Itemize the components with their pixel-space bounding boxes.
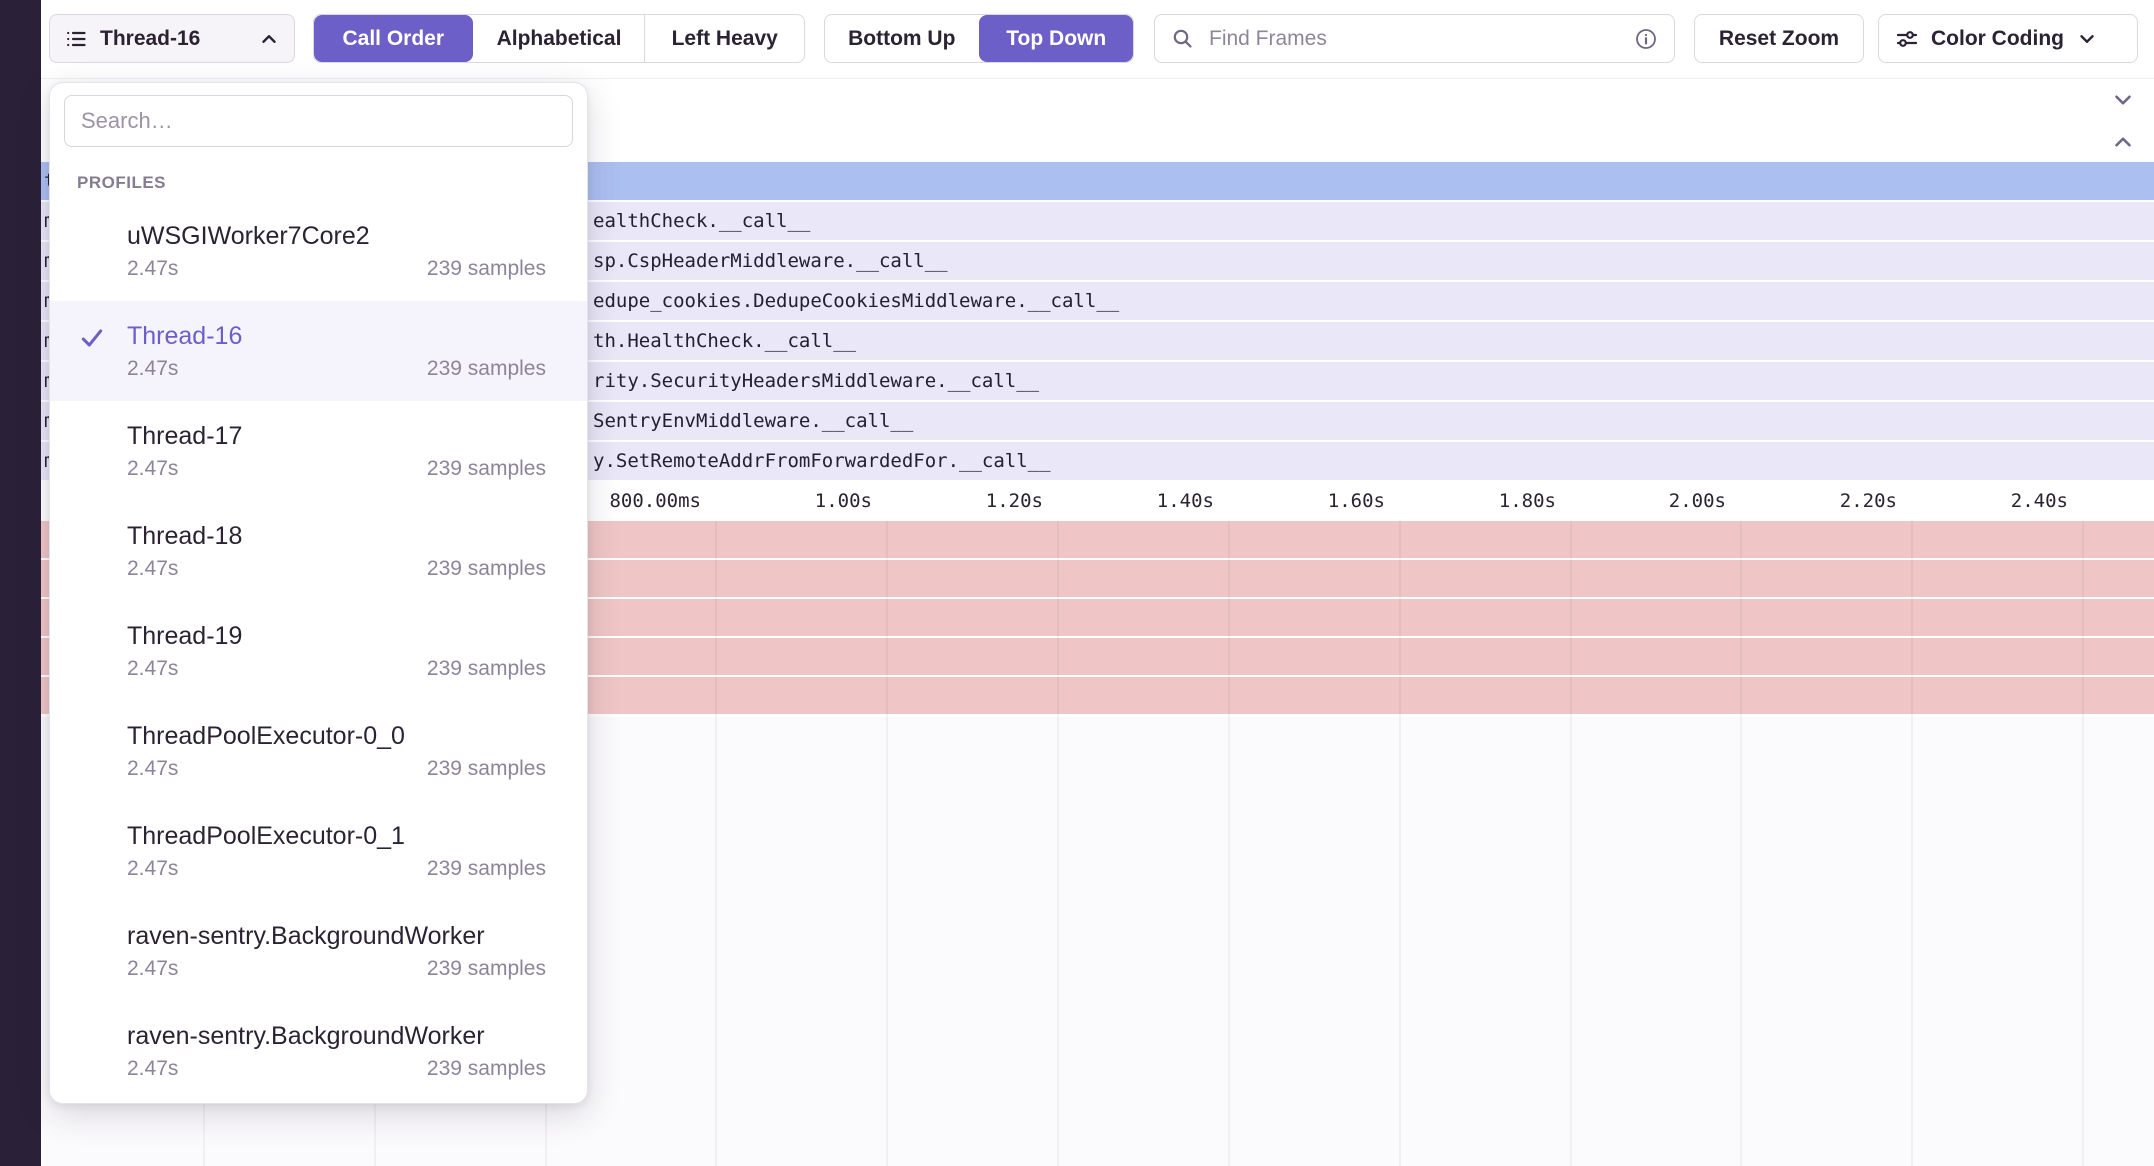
profile-name: raven-sentry.BackgroundWorker — [127, 920, 546, 952]
profile-meta: 2.47s 239 samples — [127, 556, 546, 582]
profile-name: ThreadPoolExecutor-0_0 — [127, 720, 546, 752]
profile-name: Thread-19 — [127, 620, 546, 652]
toolbar: Thread-16 Call OrderAlphabeticalLeft Hea… — [41, 0, 2154, 79]
profile-duration: 2.47s — [127, 356, 178, 382]
profile-list-item[interactable]: Thread-17 2.47s 239 samples — [50, 401, 587, 501]
chevron-up-icon — [258, 28, 280, 50]
axis-tick-label: 1.20s — [867, 490, 1043, 512]
segment-bottom-up[interactable]: Bottom Up — [825, 15, 979, 62]
segment-top-down[interactable]: Top Down — [979, 15, 1134, 62]
chevron-down-icon[interactable] — [2110, 87, 2136, 113]
profile-name: ThreadPoolExecutor-0_1 — [127, 820, 546, 852]
reset-zoom-button[interactable]: Reset Zoom — [1694, 14, 1864, 63]
profile-meta: 2.47s 239 samples — [127, 956, 546, 982]
profile-duration: 2.47s — [127, 656, 178, 682]
profile-meta: 2.47s 239 samples — [127, 756, 546, 782]
left-nav-rail — [0, 0, 41, 1166]
profile-samples: 239 samples — [427, 856, 546, 882]
segment-left-heavy[interactable]: Left Heavy — [644, 15, 804, 62]
profile-list-item[interactable]: Thread-18 2.47s 239 samples — [50, 501, 587, 601]
profile-duration: 2.47s — [127, 256, 178, 282]
profile-list-item[interactable]: ThreadPoolExecutor-0_0 2.47s 239 samples — [50, 701, 587, 801]
profile-duration: 2.47s — [127, 556, 178, 582]
axis-tick-label: 2.20s — [1721, 490, 1897, 512]
profile-samples: 239 samples — [427, 456, 546, 482]
thread-dropdown: PROFILES uWSGIWorker7Core2 2.47s 239 sam… — [49, 82, 588, 1104]
profile-name: uWSGIWorker7Core2 — [127, 220, 546, 252]
chevron-up-icon[interactable] — [2110, 129, 2136, 155]
direction-segmented-control: Bottom UpTop Down — [824, 14, 1134, 63]
axis-tick-label: 1.00s — [696, 490, 872, 512]
profile-list-item[interactable]: Thread-16 2.47s 239 samples — [50, 301, 587, 401]
find-frames-container — [1154, 14, 1675, 63]
frame-label: th.HealthCheck.__call__ — [593, 330, 856, 352]
axis-tick-label: 2.00s — [1550, 490, 1726, 512]
dropdown-search-input[interactable] — [64, 95, 573, 147]
profile-duration: 2.47s — [127, 756, 178, 782]
profile-meta: 2.47s 239 samples — [127, 1056, 546, 1082]
axis-tick-label: 1.40s — [1038, 490, 1214, 512]
frame-label: edupe_cookies.DedupeCookiesMiddleware.__… — [593, 290, 1119, 312]
frame-label: y.SetRemoteAddrFromForwardedFor.__call__ — [593, 450, 1051, 472]
frame-label: sp.CspHeaderMiddleware.__call__ — [593, 250, 948, 272]
profile-samples: 239 samples — [427, 556, 546, 582]
thread-selector-button[interactable]: Thread-16 — [49, 14, 295, 63]
profile-meta: 2.47s 239 samples — [127, 256, 546, 282]
profiles-list: uWSGIWorker7Core2 2.47s 239 samples Thre… — [50, 201, 587, 1101]
segment-alphabetical[interactable]: Alphabetical — [473, 15, 645, 62]
profile-name: raven-sentry.BackgroundWorker — [127, 1020, 546, 1052]
profile-duration: 2.47s — [127, 856, 178, 882]
profile-list-item[interactable]: uWSGIWorker7Core2 2.47s 239 samples — [50, 201, 587, 301]
axis-tick-label: 1.60s — [1209, 490, 1385, 512]
profile-samples: 239 samples — [427, 356, 546, 382]
profile-meta: 2.47s 239 samples — [127, 856, 546, 882]
profile-samples: 239 samples — [427, 756, 546, 782]
frame-label: rity.SecurityHeadersMiddleware.__call__ — [593, 370, 1039, 392]
color-coding-label: Color Coding — [1931, 27, 2064, 51]
profile-duration: 2.47s — [127, 456, 178, 482]
profile-name: Thread-18 — [127, 520, 546, 552]
frame-label: ealthCheck.__call__ — [593, 210, 810, 232]
search-icon — [1171, 27, 1195, 51]
profile-samples: 239 samples — [427, 256, 546, 282]
profile-meta: 2.47s 239 samples — [127, 356, 546, 382]
profiler-page: t m ealthCheck.__call__ m sp.CspHeaderMi… — [0, 0, 2154, 1166]
check-icon — [79, 325, 105, 351]
axis-tick-label: 2.40s — [1892, 490, 2068, 512]
find-frames-input[interactable] — [1207, 26, 1622, 52]
profile-name: Thread-17 — [127, 420, 546, 452]
thread-selector-label: Thread-16 — [100, 27, 246, 51]
profile-name: Thread-16 — [127, 320, 546, 352]
frame-label: SentryEnvMiddleware.__call__ — [593, 410, 913, 432]
profile-samples: 239 samples — [427, 656, 546, 682]
chevron-down-icon — [2076, 28, 2098, 50]
sort-segmented-control: Call OrderAlphabeticalLeft Heavy — [313, 14, 805, 63]
profile-list-item[interactable]: raven-sentry.BackgroundWorker 2.47s 239 … — [50, 901, 587, 1001]
profile-samples: 239 samples — [427, 1056, 546, 1082]
profile-list-item[interactable]: ThreadPoolExecutor-0_1 2.47s 239 samples — [50, 801, 587, 901]
segment-call-order[interactable]: Call Order — [314, 15, 473, 62]
axis-tick-label: 1.80s — [1380, 490, 1556, 512]
info-icon[interactable] — [1634, 27, 1658, 51]
profile-list-item[interactable]: Thread-19 2.47s 239 samples — [50, 601, 587, 701]
profiles-section-label: PROFILES — [77, 173, 587, 193]
profile-meta: 2.47s 239 samples — [127, 456, 546, 482]
profile-duration: 2.47s — [127, 956, 178, 982]
color-coding-button[interactable]: Color Coding — [1878, 14, 2138, 63]
profile-duration: 2.47s — [127, 1056, 178, 1082]
profile-list-item[interactable]: raven-sentry.BackgroundWorker 2.47s 239 … — [50, 1001, 587, 1101]
profile-samples: 239 samples — [427, 956, 546, 982]
sliders-icon — [1895, 27, 1919, 51]
profile-meta: 2.47s 239 samples — [127, 656, 546, 682]
list-icon — [64, 27, 88, 51]
